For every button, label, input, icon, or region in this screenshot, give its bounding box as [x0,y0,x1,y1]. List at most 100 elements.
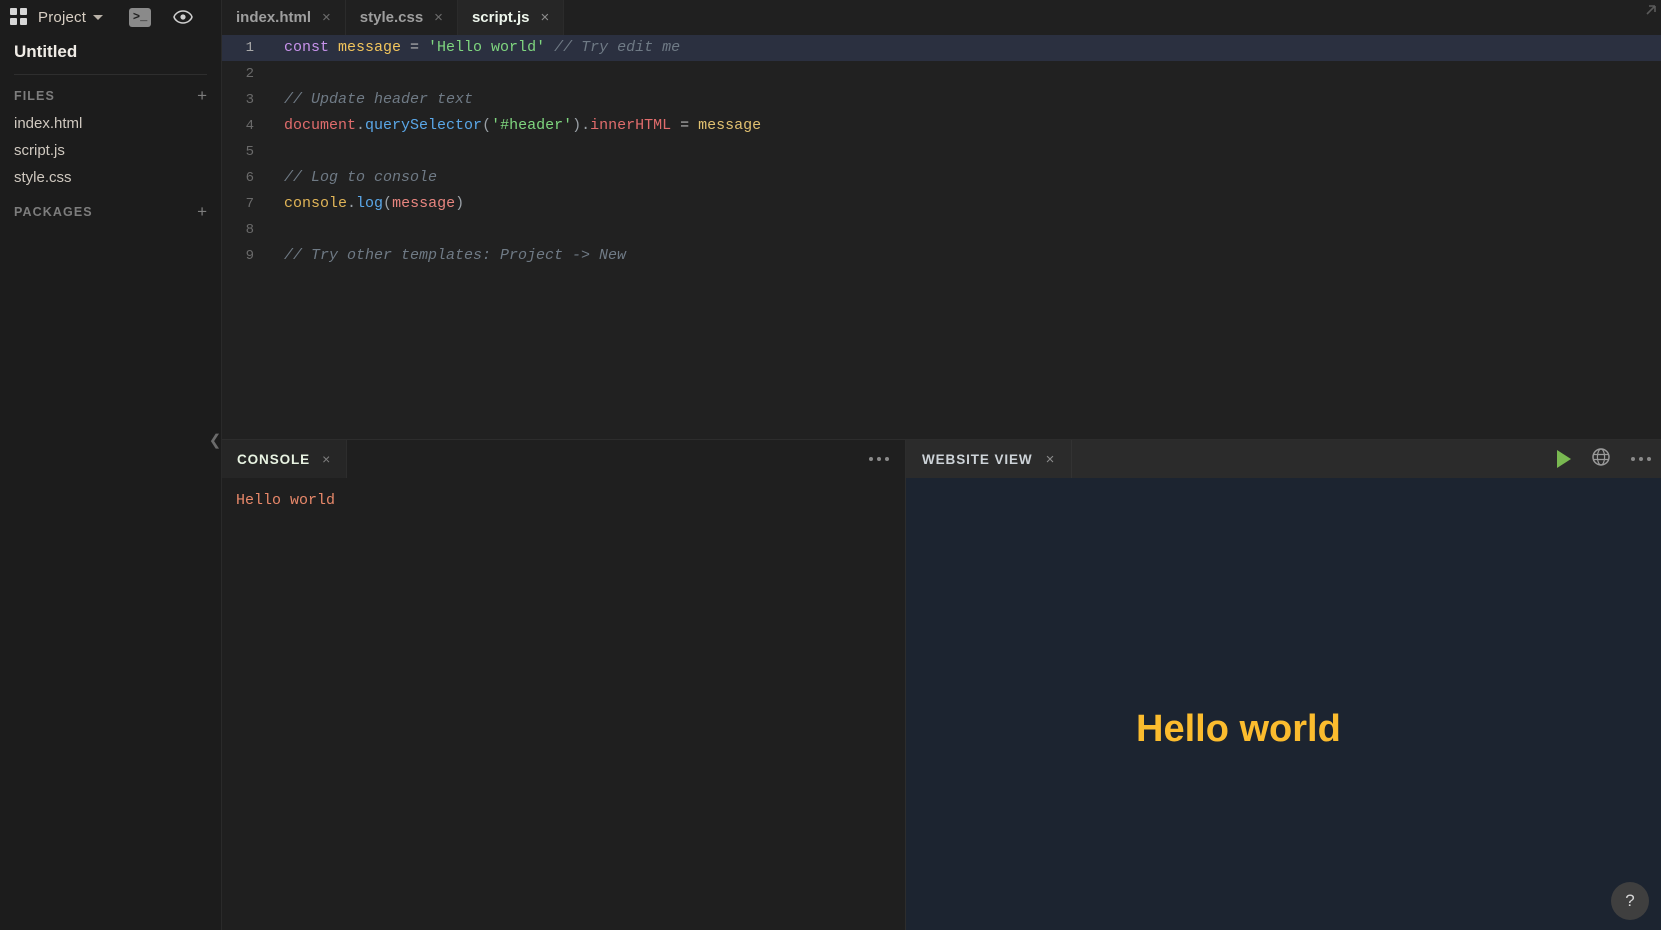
token-keyword: const [284,39,330,56]
tab-console[interactable]: CONSOLE × [222,440,348,478]
expand-glyph [1646,5,1656,15]
play-icon[interactable] [1557,450,1571,468]
ide-window: Project >_ Untitled FILES + index.html s… [0,0,1661,930]
close-icon[interactable]: × [540,9,549,26]
token-comment: // Log to console [284,169,438,186]
code-line-6[interactable]: 6 // Log to console [222,165,1661,191]
files-section-label: FILES [14,88,55,103]
website-tab-label: WEBSITE VIEW [922,451,1033,467]
close-icon[interactable]: × [1046,451,1056,468]
code-editor[interactable]: 1 const message = 'Hello world' // Try e… [222,35,1661,439]
code-text: console.log(message) [268,191,464,217]
preview-heading: Hello world [1136,708,1341,750]
line-number: 9 [245,248,254,264]
token-punct: ) [572,117,582,134]
more-options-icon[interactable] [1631,457,1651,461]
editor-tabbar: index.html × style.css × script.js × [222,0,1661,35]
collapse-panel-chevron-left-icon[interactable]: ❮ [208,427,222,453]
token-function: querySelector [365,117,483,134]
code-line-8[interactable]: 8 [222,217,1661,243]
sidebar-item-style-css[interactable]: style.css [0,164,221,191]
website-preview[interactable]: Hello world ? [906,478,1661,930]
close-icon[interactable]: × [322,9,331,26]
tab-label: script.js [471,9,530,26]
main-area: index.html × style.css × script.js × 1 c [209,0,1661,930]
project-menu-label[interactable]: Project [38,9,86,26]
console-panel-header: CONSOLE × [222,440,905,478]
globe-icon[interactable] [1591,447,1611,472]
code-line-9[interactable]: 9 // Try other templates: Project -> New [222,243,1661,269]
packages-section-label: PACKAGES [14,204,93,219]
tab-script-js[interactable]: script.js × [457,0,565,35]
eye-icon[interactable] [173,10,193,24]
more-options-icon[interactable] [869,457,889,461]
console-panel: CONSOLE × Hello world [222,440,906,930]
line-number: 7 [245,196,254,212]
token-argument: message [392,195,456,212]
website-view-panel: WEBSITE VIEW × Hello world ? [906,440,1661,930]
line-number: 1 [245,40,254,56]
sidebar-header: Project >_ [0,0,221,34]
add-file-button[interactable]: + [197,87,207,104]
tab-index-html[interactable]: index.html × [222,0,346,35]
code-text: // Log to console [268,165,437,191]
code-line-3[interactable]: 3 // Update header text [222,87,1661,113]
token-operator: = [401,39,429,56]
token-punct: . [356,117,366,134]
tab-label: index.html [236,9,312,26]
globe-glyph [1592,447,1610,466]
console-output: Hello world [222,478,905,930]
console-output-line: Hello world [236,492,336,509]
tab-style-css[interactable]: style.css × [345,0,458,35]
sidebar: Project >_ Untitled FILES + index.html s… [0,0,222,930]
code-text: // Try other templates: Project -> New [268,243,626,269]
line-number: 2 [245,66,254,82]
add-package-button[interactable]: + [197,203,207,220]
console-header-actions [347,440,905,478]
files-section-header: FILES + [0,75,221,110]
tab-website-view[interactable]: WEBSITE VIEW × [906,440,1073,478]
code-text: document.querySelector('#header').innerH… [268,113,761,139]
code-text: const message = 'Hello world' // Try edi… [268,35,680,61]
code-line-7[interactable]: 7 console.log(message) [222,191,1661,217]
token-punct: . [581,117,591,134]
code-line-4[interactable]: 4 document.querySelector('#header').inne… [222,113,1661,139]
code-line-1[interactable]: 1 const message = 'Hello world' // Try e… [222,35,1661,61]
expand-icon[interactable] [1635,4,1657,31]
chevron-down-icon[interactable] [93,14,104,20]
token-property: innerHTML [590,117,672,134]
token-punct: ( [482,117,492,134]
token-object: document [284,117,357,134]
line-number: 6 [245,170,254,186]
token-comment: // Try edit me [545,39,681,56]
sidebar-item-index-html[interactable]: index.html [0,110,221,137]
token-string: 'Hello world' [428,39,546,56]
tabbar-spacer [564,0,1661,35]
token-comment: // Update header text [284,91,474,108]
code-text: // Update header text [268,87,473,113]
project-title: Untitled [14,42,78,61]
close-icon[interactable]: × [434,9,443,26]
token-punct: . [347,195,357,212]
eye-glyph [173,10,193,24]
token-function: log [356,195,384,212]
token-variable: message [329,39,402,56]
line-number: 4 [245,118,254,134]
token-string: '#header' [491,117,573,134]
token-punct: ( [383,195,393,212]
token-comment: // Try other templates: Project -> New [284,247,627,264]
packages-section-header: PACKAGES + [0,191,221,226]
website-header-actions [1072,440,1661,478]
tab-label: style.css [359,9,424,26]
line-number: 5 [245,144,254,160]
terminal-icon[interactable]: >_ [129,7,152,27]
close-icon[interactable]: × [322,451,331,467]
sidebar-item-script-js[interactable]: script.js [0,137,221,164]
line-number: 3 [245,92,254,108]
console-tab-label: CONSOLE [237,451,311,467]
code-line-5[interactable]: 5 [222,139,1661,165]
help-button[interactable]: ? [1611,882,1649,920]
code-line-2[interactable]: 2 [222,61,1661,87]
grid-icon[interactable] [10,8,28,26]
bottom-panels: ❮ CONSOLE × Hello world WEBSITE VIEW × H… [209,432,1661,930]
